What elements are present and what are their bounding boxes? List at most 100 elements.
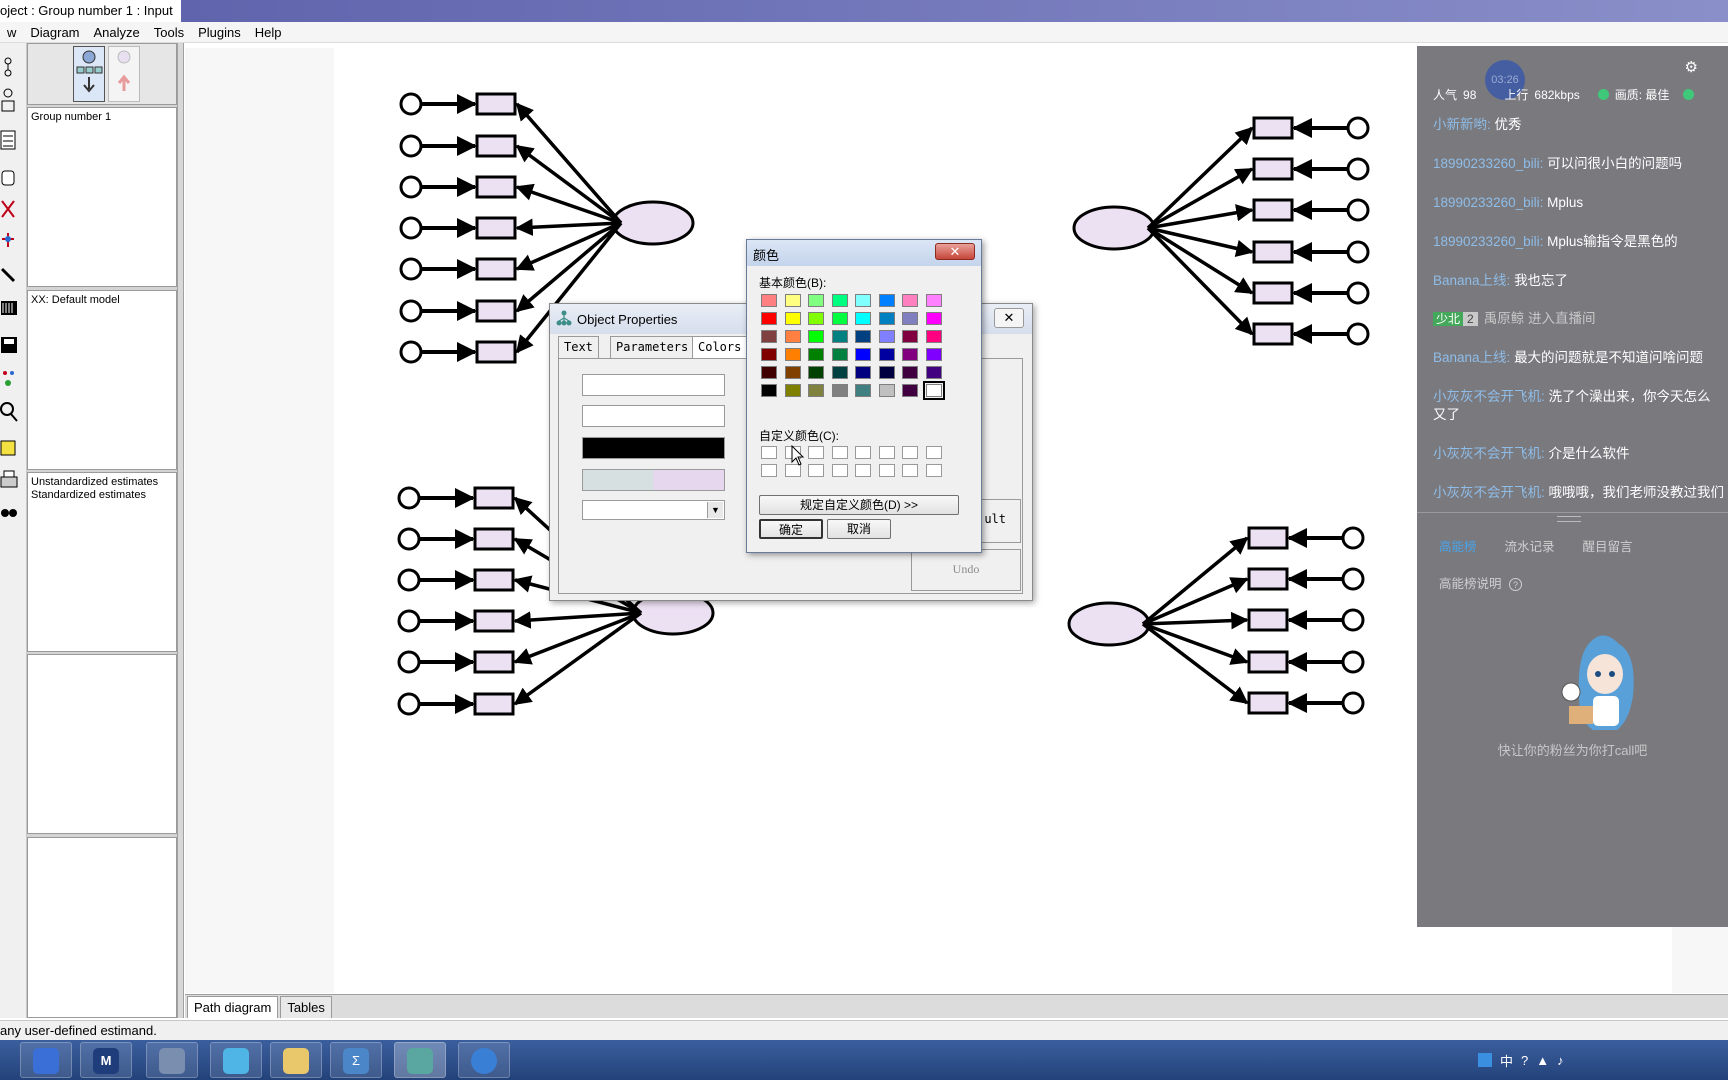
error-term[interactable] — [1346, 281, 1370, 305]
error-term[interactable] — [399, 92, 423, 116]
error-term[interactable] — [1341, 608, 1365, 632]
color-swatch[interactable] — [902, 366, 918, 379]
tab-super-chat[interactable]: 醒目留言 — [1583, 536, 1633, 555]
color-swatch[interactable] — [784, 348, 801, 361]
error-term[interactable] — [397, 486, 421, 510]
chat-user[interactable]: 小灰灰不会开飞机: — [1433, 446, 1545, 461]
group-item[interactable]: Group number 1 — [28, 108, 176, 127]
loading-arrow[interactable] — [1147, 226, 1254, 257]
custom-color-slot[interactable] — [808, 464, 824, 477]
color-swatch[interactable] — [855, 330, 871, 343]
latent-variable[interactable] — [1067, 601, 1151, 647]
error-term[interactable] — [1346, 240, 1370, 264]
color-swatch[interactable] — [902, 294, 918, 307]
color-swatch[interactable] — [878, 366, 895, 379]
loading-arrow[interactable] — [1146, 226, 1254, 336]
menu-plugins[interactable]: Plugins — [191, 25, 248, 40]
error-term[interactable] — [1346, 157, 1370, 181]
move-icon[interactable] — [2, 233, 14, 247]
color-swatch[interactable] — [761, 294, 777, 307]
modeling-icon[interactable] — [3, 371, 14, 386]
color-swatch[interactable] — [784, 312, 801, 325]
color-swatch[interactable] — [855, 348, 871, 361]
tab-tables[interactable]: Tables — [280, 996, 332, 1018]
delete-icon[interactable] — [1, 200, 15, 218]
tab-parameters[interactable]: Parameters — [610, 336, 695, 358]
loading-arrow[interactable] — [1142, 622, 1249, 665]
color-swatch[interactable] — [925, 294, 942, 307]
custom-color-slot[interactable] — [902, 464, 918, 477]
color-swatch[interactable] — [761, 366, 777, 379]
loading-arrow[interactable] — [515, 144, 623, 225]
color-swatch[interactable] — [831, 384, 848, 397]
color-swatch[interactable] — [808, 294, 824, 307]
taskbar-mplus[interactable]: M — [80, 1042, 132, 1078]
observed-variable[interactable] — [1252, 322, 1294, 346]
custom-color-slot[interactable] — [831, 446, 848, 459]
custom-color-slot[interactable] — [855, 446, 871, 459]
observed-variable[interactable] — [1252, 281, 1294, 305]
color-swatch[interactable] — [878, 348, 895, 361]
save-icon[interactable] — [1, 337, 17, 353]
color-swatch[interactable] — [925, 312, 942, 325]
tab-colors[interactable]: Colors — [692, 336, 748, 358]
model-item[interactable]: XX: Default model — [28, 291, 176, 310]
taskbar-settings[interactable] — [146, 1042, 198, 1078]
line-color-swatch[interactable] — [582, 437, 725, 459]
observed-variable[interactable] — [473, 486, 515, 510]
observed-variable[interactable] — [475, 175, 517, 199]
observed-variable[interactable] — [475, 257, 517, 281]
chat-user[interactable]: Banana上线: — [1433, 273, 1510, 288]
menu-view[interactable]: w — [0, 25, 23, 40]
custom-color-slot[interactable] — [878, 446, 895, 459]
taskbar-browser[interactable] — [458, 1042, 510, 1078]
parameter-color-swatch[interactable] — [582, 405, 725, 427]
error-term[interactable] — [399, 216, 423, 240]
error-term[interactable] — [1341, 526, 1365, 550]
error-term[interactable] — [397, 527, 421, 551]
chat-user[interactable]: 小灰灰不会开飞机: — [1433, 485, 1545, 500]
menu-analyze[interactable]: Analyze — [87, 25, 147, 40]
color-swatch[interactable] — [878, 384, 895, 397]
define-custom-colors-button[interactable]: 规定自定义颜色(D) >> — [759, 495, 959, 515]
chat-user[interactable]: 18990233260_bili: — [1433, 156, 1543, 171]
observed-variable[interactable] — [1252, 157, 1294, 181]
error-term[interactable] — [397, 568, 421, 592]
error-term[interactable] — [1341, 691, 1365, 715]
color-swatch[interactable] — [902, 348, 918, 361]
observed-variable[interactable] — [473, 609, 515, 633]
zoom-out-icon[interactable] — [0, 402, 18, 422]
observed-variable[interactable] — [473, 650, 515, 674]
custom-color-slot[interactable] — [925, 446, 942, 459]
observed-variable[interactable] — [475, 92, 517, 116]
hand-icon[interactable] — [1, 170, 15, 186]
color-swatch[interactable] — [878, 312, 895, 325]
error-term[interactable] — [397, 609, 421, 633]
custom-color-slot[interactable] — [808, 446, 824, 459]
loading-arrow[interactable] — [1142, 611, 1249, 630]
color-swatch[interactable] — [878, 330, 895, 343]
color-swatch[interactable] — [925, 330, 942, 343]
latent-variable[interactable] — [611, 200, 695, 246]
observed-variable[interactable] — [475, 134, 517, 158]
observed-variable[interactable] — [475, 299, 517, 323]
network-icon[interactable]: ▲ — [1536, 1053, 1549, 1068]
color-swatch[interactable] — [831, 312, 848, 325]
color-swatch[interactable] — [808, 330, 824, 343]
error-term[interactable] — [1341, 567, 1365, 591]
loading-arrow[interactable] — [515, 218, 622, 236]
tab-path-diagram[interactable]: Path diagram — [187, 996, 279, 1018]
error-term[interactable] — [397, 692, 421, 716]
indicator-icon[interactable] — [4, 57, 12, 77]
taskbar-wps[interactable] — [20, 1042, 72, 1078]
latent-variable[interactable] — [1072, 205, 1156, 251]
style-dropdown[interactable]: ▼ — [582, 500, 725, 520]
observed-variable-icon[interactable] — [1, 88, 15, 112]
rank-help-link[interactable]: 高能榜说明 ? — [1439, 573, 1522, 592]
observed-variable[interactable] — [473, 568, 515, 592]
custom-color-slot[interactable] — [902, 446, 918, 459]
observed-variable[interactable] — [1247, 691, 1289, 715]
taskbar-amos[interactable] — [394, 1042, 446, 1078]
observed-variable[interactable] — [1252, 116, 1294, 140]
observed-variable[interactable] — [1247, 650, 1289, 674]
